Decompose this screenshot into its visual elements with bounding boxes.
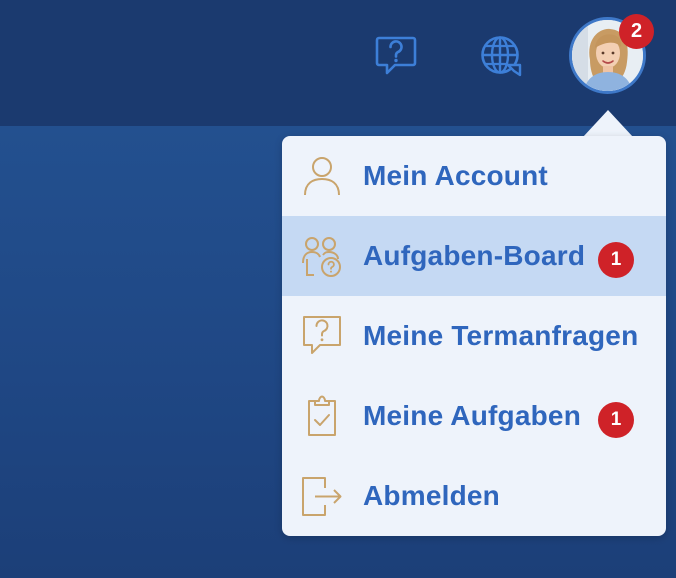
menu-caret xyxy=(583,110,633,137)
user-icon xyxy=(301,155,343,197)
user-dropdown-menu: Mein Account Aufgaben-Board 1 Meine Term… xyxy=(282,136,666,536)
menu-item-meine-termanfragen[interactable]: Meine Termanfragen xyxy=(282,296,666,376)
users-question-icon xyxy=(301,235,343,277)
chat-question-icon xyxy=(301,315,343,357)
globe-chat-icon[interactable] xyxy=(480,35,522,77)
menu-item-abmelden[interactable]: Abmelden xyxy=(282,456,666,536)
menu-item-label: Aufgaben-Board xyxy=(363,240,586,271)
menu-item-label: Meine Aufgaben xyxy=(363,400,581,431)
menu-item-meine-aufgaben[interactable]: Meine Aufgaben 1 xyxy=(282,376,666,456)
menu-item-aufgaben-board[interactable]: Aufgaben-Board 1 xyxy=(282,216,666,296)
notification-badge: 2 xyxy=(619,14,654,49)
menu-item-label: Mein Account xyxy=(363,160,548,191)
logout-icon xyxy=(301,475,343,517)
menu-item-label: Meine Termanfragen xyxy=(363,320,639,351)
clipboard-check-icon xyxy=(301,395,343,437)
menu-item-mein-account[interactable]: Mein Account xyxy=(282,136,666,216)
user-avatar-button[interactable]: 2 xyxy=(569,14,654,94)
menu-item-label: Abmelden xyxy=(363,480,500,511)
help-chat-icon[interactable] xyxy=(375,35,417,77)
count-badge: 1 xyxy=(598,242,634,278)
count-badge: 1 xyxy=(598,402,634,438)
